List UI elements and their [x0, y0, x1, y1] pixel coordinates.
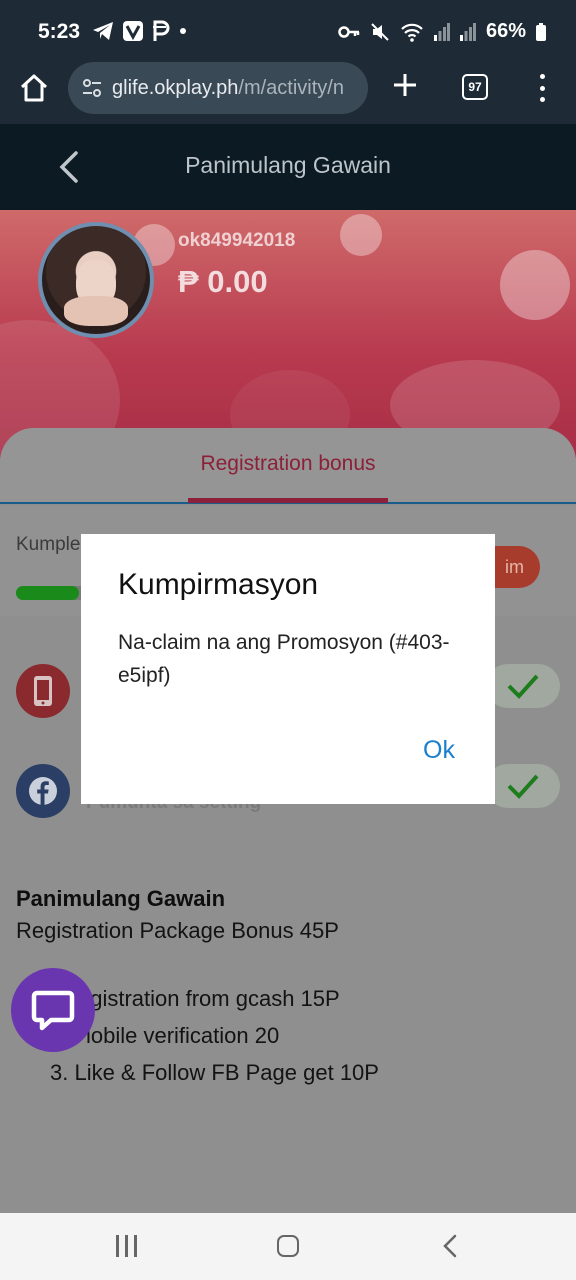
plus-icon: [394, 74, 416, 96]
mute-icon: [371, 22, 389, 41]
username: ok849942018: [178, 230, 296, 251]
dot-icon: [180, 28, 186, 34]
list-item: lobile verification 20: [50, 1017, 379, 1054]
claim-button-label: im: [505, 556, 524, 577]
site-settings-icon[interactable]: [80, 76, 104, 100]
signal-icon-2: [459, 22, 476, 41]
battery-icon: [536, 22, 546, 41]
task-icon-circle: [16, 664, 70, 718]
live-chat-button[interactable]: [11, 968, 95, 1052]
recent-apps-icon[interactable]: [116, 1235, 137, 1257]
status-time: 5:23: [38, 20, 81, 43]
url-text[interactable]: glife.okplay.ph/m/activity/n: [112, 77, 344, 100]
progress-label: Kumple: [16, 534, 81, 555]
overflow-menu-icon[interactable]: [538, 74, 546, 102]
task-icon-circle: [16, 764, 70, 818]
p-app-icon: [153, 20, 170, 41]
progress-fill: [16, 586, 79, 600]
wifi-icon: [401, 23, 423, 42]
new-tab-button[interactable]: [390, 70, 420, 104]
system-navigation-bar: [0, 1213, 576, 1280]
checkmark-icon: [507, 774, 539, 799]
dialog-title: Kumpirmasyon: [118, 568, 319, 601]
checkmark-icon: [507, 674, 539, 699]
back-icon[interactable]: [440, 1233, 460, 1259]
reward-list: egistration from gcash 15P lobile verifi…: [50, 980, 379, 1091]
app-header: Panimulang Gawain: [0, 124, 576, 210]
system-icons: 66%: [338, 20, 546, 43]
battery-level: 66%: [485, 20, 526, 42]
active-tab-indicator: [188, 498, 388, 503]
v-app-icon: [123, 21, 143, 41]
list-item: egistration from gcash 15P: [50, 980, 379, 1017]
tab-bar: Registration bonus: [0, 428, 576, 504]
list-item-text: 3. Like & Follow FB Page get 10P: [50, 1060, 379, 1085]
phone-icon: [34, 676, 52, 706]
list-item: 3. Like & Follow FB Page get 10P: [50, 1054, 379, 1091]
task-status-button[interactable]: [486, 764, 560, 808]
tab-registration-bonus[interactable]: Registration bonus: [188, 452, 388, 476]
tab-switcher-button[interactable]: 97: [462, 74, 488, 100]
info-title: Panimulang Gawain: [16, 886, 226, 911]
facebook-icon: [29, 777, 57, 805]
avatar[interactable]: [38, 222, 154, 338]
telegram-icon: [93, 22, 113, 40]
browser-toolbar: glife.okplay.ph/m/activity/n 97: [0, 62, 576, 124]
confirmation-dialog: Kumpirmasyon Na-claim na ang Promosyon (…: [81, 534, 495, 804]
balance-amount: ₱ 0.00: [178, 264, 268, 299]
signal-icon-1: [433, 22, 450, 41]
url-bar[interactable]: glife.okplay.ph/m/activity/n: [68, 62, 368, 114]
home-button-icon[interactable]: [277, 1235, 299, 1257]
url-host: glife.okplay.ph: [112, 76, 239, 99]
home-icon[interactable]: [18, 72, 50, 104]
dialog-message: Na-claim na ang Promosyon (#403-e5ipf): [118, 631, 450, 687]
status-bar: 5:23 66%: [0, 0, 576, 62]
task-status-button[interactable]: [486, 664, 560, 708]
key-icon: [338, 25, 360, 38]
url-path: /m/activity/n: [238, 76, 344, 99]
tab-count: 97: [468, 80, 482, 94]
info-subtitle: Registration Package Bonus 45P: [16, 918, 339, 943]
notification-icons: [92, 20, 188, 42]
page-title: Panimulang Gawain: [185, 152, 391, 178]
ok-button[interactable]: Ok: [423, 736, 455, 765]
chat-bubble-icon: [31, 990, 75, 1031]
